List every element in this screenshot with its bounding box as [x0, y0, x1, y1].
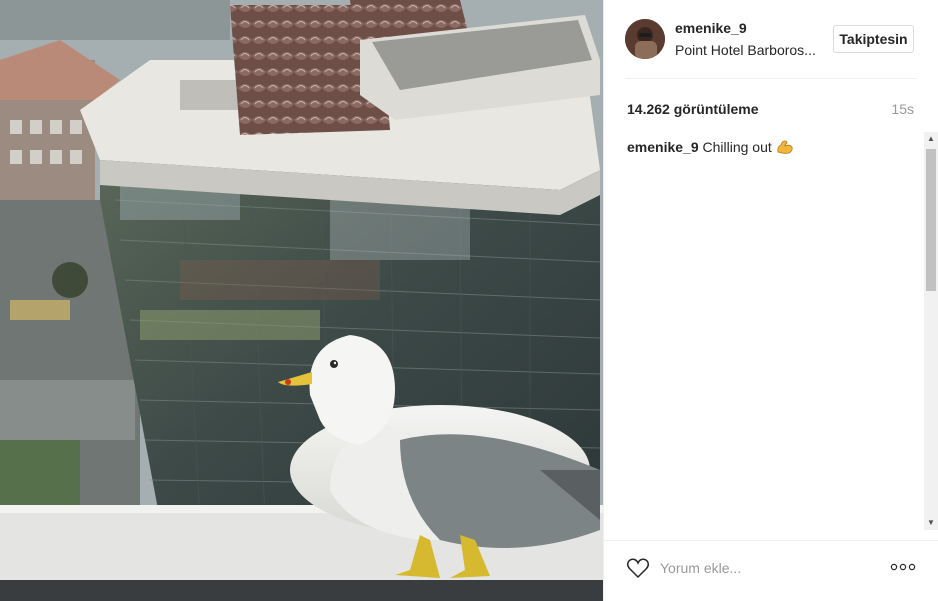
header-divider — [625, 78, 917, 79]
post-media[interactable] — [0, 0, 603, 601]
avatar[interactable] — [625, 19, 665, 59]
post-time[interactable]: 15s — [891, 101, 914, 117]
post-sidebar: emenike_9 Point Hotel Barboros... Takipt… — [603, 0, 938, 601]
heart-outline-icon[interactable] — [626, 557, 650, 579]
caption: emenike_9 Chilling out — [627, 139, 794, 155]
post-header: emenike_9 Point Hotel Barboros... Takipt… — [604, 0, 938, 78]
flexed-biceps-icon — [776, 139, 794, 155]
more-options-icon[interactable] — [889, 559, 917, 575]
comment-input[interactable] — [660, 557, 860, 579]
caption-username[interactable]: emenike_9 — [627, 139, 699, 155]
view-count: 14.262 görüntüleme — [627, 101, 759, 117]
comments-section: emenike_9 Chilling out ▲ ▼ — [604, 132, 938, 530]
caption-text: Chilling out — [702, 139, 772, 155]
action-bar — [604, 540, 938, 601]
scroll-down-arrow-icon[interactable]: ▼ — [924, 516, 938, 530]
username-link[interactable]: emenike_9 — [675, 20, 747, 36]
following-button[interactable]: Takiptesin — [833, 25, 914, 53]
scroll-thumb[interactable] — [926, 149, 936, 291]
location-link[interactable]: Point Hotel Barboros... — [675, 42, 816, 58]
comments-scrollbar[interactable]: ▲ ▼ — [924, 132, 938, 530]
scroll-up-arrow-icon[interactable]: ▲ — [924, 132, 938, 146]
post-video[interactable] — [0, 0, 603, 601]
